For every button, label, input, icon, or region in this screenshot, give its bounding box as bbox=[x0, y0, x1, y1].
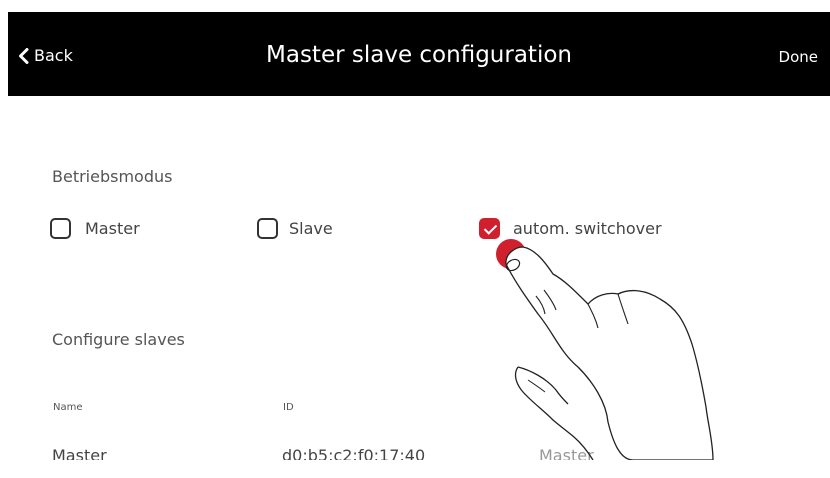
slave-row-id: d0:b5:c2:f0:17:40 bbox=[282, 446, 426, 460]
slave-option[interactable]: Slave bbox=[257, 218, 333, 239]
slave-row-name[interactable]: Master bbox=[52, 446, 107, 460]
configure-slaves-heading: Configure slaves bbox=[52, 330, 185, 349]
master-option[interactable]: Master bbox=[50, 218, 140, 239]
slave-option-label: Slave bbox=[289, 219, 333, 238]
auto-switchover-option-label: autom. switchover bbox=[513, 219, 662, 238]
auto-switchover-option[interactable]: autom. switchover bbox=[479, 218, 662, 239]
slave-row-role: Master bbox=[539, 446, 594, 460]
master-checkbox[interactable] bbox=[50, 218, 71, 239]
operating-mode-heading: Betriebsmodus bbox=[52, 167, 173, 186]
auto-switchover-checkbox[interactable] bbox=[479, 218, 500, 239]
hand-pointer-icon bbox=[505, 246, 714, 460]
master-option-label: Master bbox=[85, 219, 140, 238]
name-column-header: Name bbox=[53, 402, 83, 413]
tap-indicator bbox=[496, 239, 526, 269]
slave-checkbox[interactable] bbox=[257, 218, 278, 239]
navigation-bar: Back Master slave configuration Done bbox=[8, 12, 830, 96]
id-column-header: ID bbox=[283, 402, 294, 413]
screen: Back Master slave configuration Done Bet… bbox=[8, 12, 830, 460]
done-button[interactable]: Done bbox=[779, 48, 818, 66]
page-title: Master slave configuration bbox=[266, 42, 572, 68]
